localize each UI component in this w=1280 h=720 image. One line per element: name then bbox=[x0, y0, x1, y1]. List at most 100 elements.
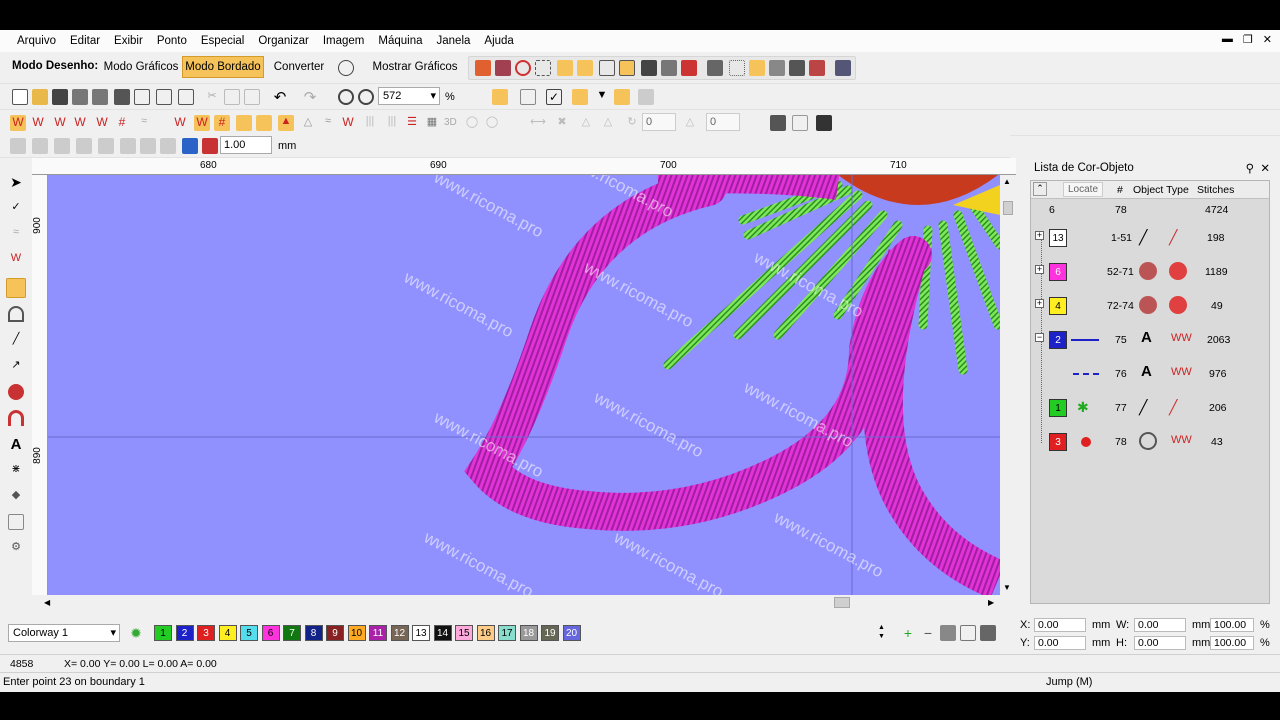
color-sequence-icon[interactable] bbox=[980, 625, 996, 641]
run-shape-icon[interactable] bbox=[515, 60, 531, 76]
settings-icon[interactable] bbox=[707, 60, 723, 76]
graphics-mode-button[interactable]: Modo Gráficos bbox=[101, 56, 181, 78]
menu-ponto[interactable]: Ponto bbox=[157, 35, 187, 47]
color-swatch-18[interactable]: 18 bbox=[519, 625, 538, 641]
pull-comp-icon[interactable]: W bbox=[194, 115, 210, 131]
flip-icon[interactable]: △ bbox=[578, 115, 594, 131]
bring-front-icon[interactable] bbox=[98, 138, 114, 154]
design-canvas[interactable]: www.ricoma.pro www.ricoma.pro www.ricoma… bbox=[48, 175, 1000, 595]
hatch-icon[interactable]: ▦ bbox=[424, 115, 440, 131]
menu-especial[interactable]: Especial bbox=[201, 35, 244, 47]
x-field[interactable]: 0.00 bbox=[1034, 618, 1086, 632]
color-swatch-6[interactable]: 6 bbox=[1049, 263, 1067, 281]
vertical-scroll-thumb[interactable] bbox=[1003, 201, 1013, 215]
list-row-13[interactable]: + 13 1-51 ╱ ╱ 198 bbox=[1031, 221, 1269, 255]
thread-chart-icon[interactable] bbox=[940, 625, 956, 641]
add-color-icon[interactable]: + bbox=[900, 625, 916, 641]
color-swatch-15[interactable]: 15 bbox=[455, 625, 473, 641]
color-swatch-8[interactable]: 8 bbox=[304, 625, 323, 641]
arc-tool-icon[interactable] bbox=[8, 410, 24, 426]
order-icon[interactable] bbox=[140, 138, 156, 154]
menu-exibir[interactable]: Exibir bbox=[114, 35, 143, 47]
scroll-up-icon[interactable]: ▲ bbox=[1003, 177, 1011, 186]
color-swatch-5[interactable]: 5 bbox=[240, 625, 258, 641]
copy-icon[interactable] bbox=[224, 89, 240, 105]
color-swatch-20[interactable]: 20 bbox=[562, 625, 581, 641]
color-tools-icon[interactable] bbox=[960, 625, 976, 641]
redo-icon[interactable]: ↷ bbox=[302, 88, 318, 106]
locate-button[interactable]: Locate bbox=[1063, 182, 1104, 197]
show-graphics-button[interactable]: Mostrar Gráficos bbox=[368, 56, 462, 78]
vertical-scrollbar[interactable]: ▲ ▼ bbox=[1000, 175, 1016, 595]
triangle-icon[interactable]: ▲ bbox=[278, 115, 294, 131]
angle-icon[interactable] bbox=[256, 115, 272, 131]
zoom-icon[interactable] bbox=[358, 89, 374, 105]
menu-imagem[interactable]: Imagem bbox=[323, 35, 365, 47]
color-swatch-13[interactable]: 13 bbox=[412, 625, 430, 641]
collapse-all-icon[interactable]: ⌃ bbox=[1033, 182, 1047, 196]
list-row-76[interactable]: 76 A WW 976 bbox=[1031, 357, 1269, 391]
ripple-icon[interactable]: ≈ bbox=[320, 115, 336, 131]
scroll-down-icon[interactable]: ▼ bbox=[1003, 583, 1011, 592]
text-tool-icon[interactable]: A bbox=[8, 436, 24, 453]
snap-icon[interactable] bbox=[492, 89, 508, 105]
applique-tool-icon[interactable] bbox=[8, 514, 24, 530]
width-red-icon[interactable] bbox=[202, 138, 218, 154]
print-icon[interactable] bbox=[681, 60, 697, 76]
color-swatch-17[interactable]: 17 bbox=[498, 625, 516, 641]
point-edit-icon[interactable] bbox=[557, 60, 573, 76]
print-preview-icon[interactable] bbox=[134, 89, 150, 105]
3d-icon[interactable]: 3D bbox=[444, 117, 457, 128]
satin-stitch-icon[interactable]: W bbox=[10, 115, 26, 131]
collapse-icon[interactable]: − bbox=[1035, 333, 1044, 342]
satin-icon[interactable] bbox=[495, 60, 511, 76]
hand-icon[interactable] bbox=[572, 89, 588, 105]
expand-icon[interactable]: + bbox=[1035, 299, 1044, 308]
sequence-view-icon[interactable] bbox=[816, 115, 832, 131]
menu-arquivo[interactable]: Arquivo bbox=[17, 35, 56, 47]
density-icon[interactable]: # bbox=[214, 115, 230, 131]
lines-icon[interactable]: ☰ bbox=[404, 115, 420, 131]
color-swatch-11[interactable]: 11 bbox=[369, 625, 387, 641]
outline-icon[interactable] bbox=[535, 60, 551, 76]
digitize-active-icon[interactable] bbox=[6, 278, 26, 298]
w-percent-field[interactable]: 100.00 bbox=[1210, 618, 1254, 632]
image-icon[interactable] bbox=[641, 60, 657, 76]
skew-icon[interactable]: △ bbox=[600, 115, 616, 131]
columns-icon[interactable]: ||| bbox=[362, 115, 378, 131]
palette-icon[interactable]: ✹ bbox=[128, 625, 144, 641]
applique-icon[interactable]: ◯ bbox=[484, 115, 500, 131]
cut-icon[interactable]: ✂ bbox=[204, 89, 220, 105]
chevron-down-icon[interactable]: ▾ bbox=[430, 89, 436, 102]
zoom-input[interactable]: 572 ▾ bbox=[378, 87, 440, 105]
mirror-v-icon[interactable]: ✖ bbox=[554, 115, 570, 131]
slant-angle-input[interactable]: 0 bbox=[706, 113, 740, 131]
export-file-icon[interactable] bbox=[92, 89, 108, 105]
triangle-outline-icon[interactable]: △ bbox=[300, 115, 316, 131]
page-outline-icon[interactable] bbox=[792, 115, 808, 131]
hoop-grid-icon[interactable] bbox=[619, 60, 635, 76]
color-swatch-1[interactable]: 1 bbox=[154, 625, 172, 641]
undo-icon[interactable]: ↶ bbox=[272, 88, 288, 106]
convert-file-icon[interactable] bbox=[178, 89, 194, 105]
slant-icon[interactable]: △ bbox=[682, 115, 698, 131]
menu-ajuda[interactable]: Ajuda bbox=[484, 35, 513, 47]
line-tool-icon[interactable]: ╱ bbox=[8, 332, 24, 348]
list-row-1[interactable]: 1 ✱ 77 ╱ ╱ 206 bbox=[1031, 391, 1269, 425]
group-icon[interactable] bbox=[10, 138, 26, 154]
align-icon[interactable] bbox=[54, 138, 70, 154]
lock-icon[interactable] bbox=[638, 89, 654, 105]
width-blue-icon[interactable] bbox=[182, 138, 198, 154]
trace-icon[interactable] bbox=[614, 89, 630, 105]
menu-editar[interactable]: Editar bbox=[70, 35, 100, 47]
color-swatch-2[interactable]: 2 bbox=[1049, 331, 1067, 349]
palette-spin[interactable]: ▲ ▼ bbox=[878, 623, 888, 643]
color-swatch-3[interactable]: 3 bbox=[1049, 433, 1067, 451]
stop-icon[interactable] bbox=[809, 60, 825, 76]
page-icon[interactable] bbox=[770, 115, 786, 131]
path-tool-icon[interactable]: ↗ bbox=[8, 358, 24, 374]
cross-stitch-icon[interactable]: # bbox=[114, 115, 130, 131]
grid-icon[interactable] bbox=[599, 60, 615, 76]
chevron-down-icon[interactable]: ▾ bbox=[110, 626, 116, 639]
w-field[interactable]: 0.00 bbox=[1134, 618, 1186, 632]
